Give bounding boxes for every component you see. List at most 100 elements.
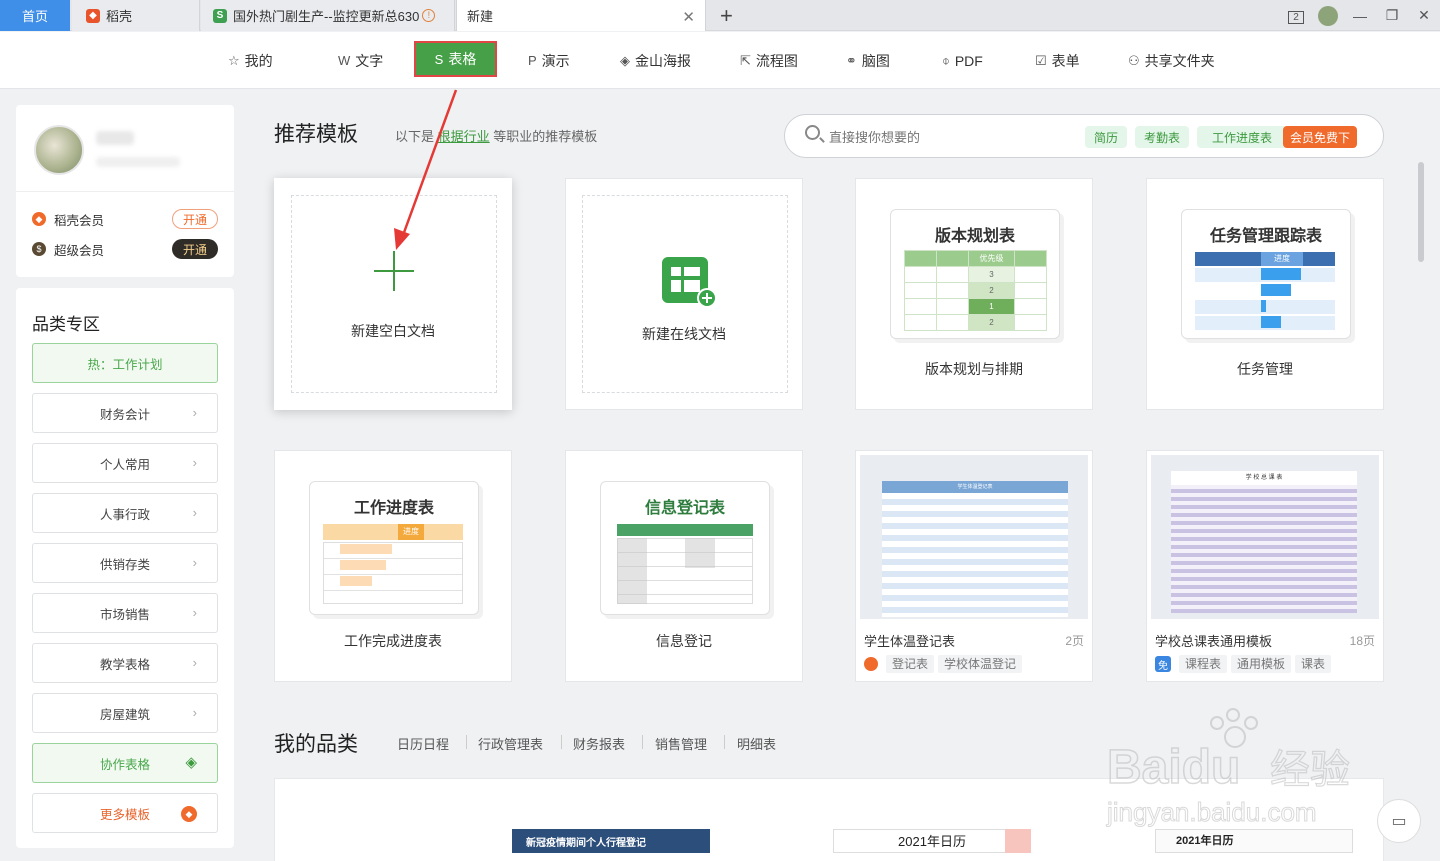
page-count: 18页: [1349, 634, 1375, 648]
preview-header: [323, 524, 463, 540]
toolbar-form[interactable]: ☑ 表单: [1035, 32, 1080, 89]
super-open-button[interactable]: 开通: [172, 239, 218, 259]
template-tile-work-progress[interactable]: 工作进度表 进度 工作完成进度表: [274, 450, 512, 682]
category-item-more[interactable]: 更多模板 ◆: [32, 793, 218, 833]
new-tab-plus-icon[interactable]: +: [720, 3, 733, 29]
toolbar-mine[interactable]: ☆ 我的: [228, 32, 273, 89]
preview-cell: 2: [968, 314, 1015, 331]
close-window-icon[interactable]: ✕: [1408, 7, 1440, 24]
category-label: 财务会计: [99, 407, 150, 422]
toolbar-presentation[interactable]: P 演示: [528, 32, 570, 89]
divider: [466, 735, 467, 749]
template-tile-task-manage[interactable]: 任务管理跟踪表 进度 任务管理: [1146, 178, 1384, 410]
preview-cell: 1: [968, 298, 1015, 315]
toolbar-writer-label: 文字: [355, 52, 384, 69]
template-tile-info-register[interactable]: 信息登记表 信息登记: [565, 450, 803, 682]
new-online-doc-tile[interactable]: 新建在线文档: [565, 178, 803, 410]
mycat-tab-admin[interactable]: 行政管理表: [478, 734, 543, 753]
tab-home[interactable]: 首页: [0, 0, 70, 31]
chat-icon[interactable]: ▭: [1377, 799, 1421, 843]
window-controls: 2 — ❐ ✕: [1280, 0, 1440, 31]
toolbar-mine-label: 我的: [244, 52, 273, 69]
chip-progress[interactable]: 工作进度表: [1197, 126, 1287, 148]
preview-bar: [1261, 284, 1291, 296]
avatar[interactable]: [34, 125, 84, 175]
toolbar-flowchart[interactable]: ⇱ 流程图: [740, 32, 798, 89]
toolbar-shared-folder[interactable]: ⚇ 共享文件夹: [1128, 32, 1215, 89]
template-label: 版本规划与排期: [925, 361, 1023, 377]
minimize-icon[interactable]: —: [1344, 8, 1376, 24]
docer-member-icon: ◆: [32, 212, 46, 226]
mycat-tab-detail[interactable]: 明细表: [737, 734, 776, 753]
chevron-right-icon: ›: [192, 655, 197, 670]
preview-col-label: 进度: [398, 524, 424, 540]
toolbar-writer[interactable]: W 文字: [338, 32, 383, 89]
template-tile-temperature[interactable]: 学生体温登记表 学生体温登记表 2页 登记表 学校体温登记: [855, 450, 1093, 682]
category-item-hr[interactable]: 人事行政 ›: [32, 493, 218, 533]
search-input[interactable]: [829, 127, 1059, 147]
mycat-tab-finance[interactable]: 财务报表: [573, 734, 625, 753]
category-panel: 品类专区 热：工作计划 财务会计 › 个人常用 › 人事行政 › 供销存类 › 市场销售…: [16, 288, 234, 848]
preview-title: 信息登记表: [644, 500, 725, 517]
user-avatar-icon[interactable]: [1312, 5, 1344, 26]
template-label: 工作完成进度表: [344, 633, 442, 649]
mycat-tab-sales[interactable]: 销售管理: [655, 734, 707, 753]
toolbar-spreadsheet[interactable]: S 表格: [414, 41, 497, 77]
template-preview: 版本规划表 优先级 3 2 1 2: [890, 209, 1060, 339]
warning-icon: !: [422, 9, 436, 22]
category-item-inventory[interactable]: 供销存类 ›: [32, 543, 218, 583]
baidu-watermark: Baidu 经验 jingyan.baidu.com: [1106, 708, 1351, 828]
form-icon: ☑: [1035, 52, 1047, 68]
category-item-collab[interactable]: 协作表格 ◈: [32, 743, 218, 783]
toolbar-poster[interactable]: ◈ 金山海报: [620, 32, 691, 89]
window-count-icon[interactable]: 2: [1280, 7, 1312, 24]
industry-link[interactable]: 根据行业: [438, 129, 490, 144]
scrollbar[interactable]: [1418, 162, 1424, 262]
preview-bar: [1261, 268, 1301, 280]
tag[interactable]: 课程表: [1179, 655, 1228, 673]
category-item-personal[interactable]: 个人常用 ›: [32, 443, 218, 483]
template-tile-school-timetable[interactable]: 学 校 总 课 表 学校总课表通用模板 18页 免 课程表 通用模板 课表: [1146, 450, 1384, 682]
preview-bar: [340, 576, 372, 586]
toolbar-mindmap[interactable]: ⚭ 脑图: [846, 32, 890, 89]
tab-new[interactable]: 新建 ✕: [456, 0, 706, 31]
category-item-teaching[interactable]: 教学表格 ›: [32, 643, 218, 683]
preview-title: 工作进度表: [353, 500, 434, 517]
search-icon[interactable]: [805, 125, 820, 140]
tab-spreadsheet[interactable]: S 国外热门剧生产--监控更新总630 !: [201, 0, 455, 31]
mycat-tab-calendar[interactable]: 日历日程: [397, 734, 449, 753]
tab-new-label: 新建: [467, 9, 494, 24]
toolbar-pdf[interactable]: ⌽ PDF: [942, 32, 983, 89]
category-label: 房屋建筑: [99, 707, 150, 722]
tag[interactable]: 通用模板: [1231, 655, 1292, 673]
close-icon[interactable]: ✕: [682, 8, 695, 26]
tab-docer[interactable]: ◆ 稻壳: [72, 0, 200, 31]
template-tile-version-plan[interactable]: 版本规划表 优先级 3 2 1 2 版本规划与排期: [855, 178, 1093, 410]
tag[interactable]: 课表: [1295, 655, 1332, 673]
template-preview[interactable]: 2021年日历: [833, 829, 1031, 853]
preview-bar: [340, 560, 386, 570]
docer-open-button[interactable]: 开通: [172, 209, 218, 229]
new-blank-doc-tile[interactable]: 新建空白文档: [274, 178, 512, 410]
username-blurred: [96, 131, 134, 145]
layers-icon: ◈: [185, 754, 197, 771]
category-item-building[interactable]: 房屋建筑 ›: [32, 693, 218, 733]
tag[interactable]: 登记表: [886, 655, 935, 673]
chip-attendance[interactable]: 考勤表: [1135, 126, 1189, 148]
chip-resume[interactable]: 简历: [1085, 126, 1127, 148]
docer-icon: ◆: [181, 806, 197, 822]
preview-bar: [1261, 300, 1266, 312]
tag[interactable]: 学校体温登记: [938, 655, 1023, 673]
template-preview[interactable]: 新冠疫情期间个人行程登记: [512, 829, 710, 853]
preview-accent: [1005, 829, 1031, 853]
category-item-work-plan[interactable]: 热：工作计划: [32, 343, 218, 383]
preview-header: [617, 524, 753, 536]
chip-member-free[interactable]: 会员免费下: [1283, 126, 1357, 148]
page-count: 2页: [1065, 634, 1084, 648]
category-item-finance[interactable]: 财务会计 ›: [32, 393, 218, 433]
poster-icon: ◈: [620, 52, 630, 68]
category-item-marketing[interactable]: 市场销售 ›: [32, 593, 218, 633]
tag-row: 免 课程表 通用模板 课表: [1155, 655, 1335, 673]
user-card: ◆ 稻壳会员 开通 $ 超级会员 开通: [16, 105, 234, 277]
restore-icon[interactable]: ❐: [1376, 7, 1408, 24]
